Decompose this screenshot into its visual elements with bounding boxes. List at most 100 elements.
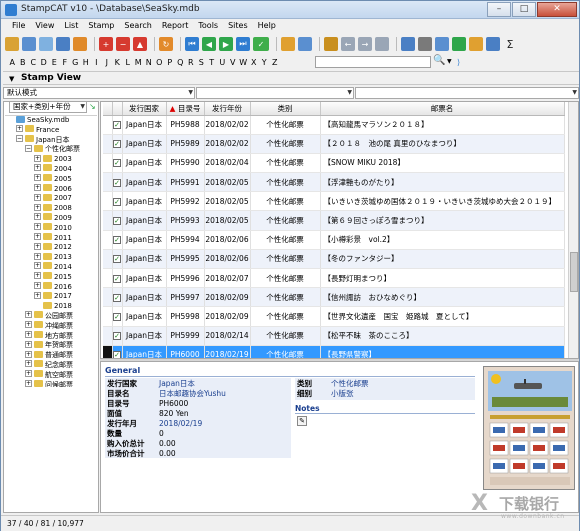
expand-icon[interactable]: + [34,184,41,192]
sites-icon[interactable] [469,37,483,51]
back-icon[interactable]: ← [341,37,355,51]
minimize-button[interactable]: – [487,2,511,17]
expand-icon[interactable]: + [34,233,41,241]
expand-icon[interactable]: + [25,380,32,387]
check-icon[interactable]: ✓ [253,37,269,51]
expand-icon[interactable]: + [34,242,41,250]
row-checkbox[interactable]: ✓ [113,312,121,321]
menu-file[interactable]: File [7,19,30,34]
row-checkbox[interactable]: ✓ [113,255,121,264]
letter-filter-w[interactable]: W [238,58,249,67]
search-input[interactable] [315,56,431,68]
letter-filter-p[interactable]: P [165,58,176,67]
expand-icon[interactable]: + [34,213,41,221]
report-icon[interactable] [401,37,415,51]
table-row[interactable]: ✓ Japan日本 PH5996 2018/02/07 个性化邮票 【長野灯明まつり】 [103,268,565,289]
search-icon[interactable]: 🔍 [433,55,445,66]
tree-node[interactable]: + 公园邮票 [5,311,97,322]
letter-filter-f[interactable]: F [60,58,71,67]
collapse-icon[interactable]: − [25,144,32,152]
tree-node[interactable]: + 问候邮票 [5,380,97,387]
menu-tools[interactable]: Tools [193,19,223,34]
row-checkbox[interactable]: ✓ [113,351,121,358]
menu-search[interactable]: Search [119,19,156,34]
table-row[interactable]: ✓ Japan日本 PH5994 2018/02/06 个性化邮票 【小樽彩景 vol.2… [103,230,565,250]
scrollbar-thumb[interactable] [570,252,578,292]
menu-view[interactable]: View [30,19,59,34]
preview-icon[interactable] [435,37,449,51]
letter-filter-t[interactable]: T [207,58,218,67]
letter-filter-o[interactable]: O [154,58,165,67]
row-checkbox[interactable]: ✓ [113,332,121,341]
stamp-image[interactable] [483,366,575,490]
expand-icon[interactable]: + [34,203,41,211]
letter-filter-a[interactable]: A [7,58,18,67]
table-row[interactable]: ✓ Japan日本 PH5997 2018/02/09 个性化邮票 【信州諏訪 おひなめぐ… [103,287,565,308]
tree-action-icon[interactable]: ↘ [89,102,96,111]
letter-filter-e[interactable]: E [49,58,60,67]
filter-select-2[interactable]: ▼ [355,87,579,99]
column-header[interactable]: 邮票名 [320,102,565,116]
menu-stamp[interactable]: Stamp [83,19,119,34]
table-row[interactable]: ✓ Japan日本 PH5989 2018/02/02 个性化邮票 【２０１８ 池の尾 真… [103,134,565,154]
tree-node[interactable]: 2018 [5,301,97,312]
menu-help[interactable]: Help [253,19,281,34]
print-icon[interactable] [418,37,432,51]
table-row[interactable]: ✓ Japan日本 PH5992 2018/02/05 个性化邮票 【いきいき茨城ゆめ国体… [103,191,565,212]
letter-filter-y[interactable]: Y [259,58,270,67]
letter-filter-k[interactable]: K [112,58,123,67]
tree-node[interactable]: +2016 [5,282,97,293]
row-checkbox[interactable]: ✓ [113,121,121,130]
row-checkbox[interactable]: ✓ [113,217,121,226]
open-icon[interactable] [5,37,19,51]
expand-icon[interactable]: + [34,154,41,162]
letter-filter-n[interactable]: N [144,58,155,67]
menu-report[interactable]: Report [157,19,194,34]
prev-icon[interactable]: ◀ [202,37,216,51]
tree-node[interactable]: + 年贺邮票 [5,340,97,351]
table-row[interactable]: ✓ Japan日本 PH5991 2018/02/05 个性化邮票 【浮津艶ものがたり】 [103,172,565,193]
letter-filter-r[interactable]: R [186,58,197,67]
expand-icon[interactable]: + [34,193,41,201]
add-icon[interactable]: + [99,37,113,51]
row-checkbox[interactable]: ✓ [113,293,121,302]
letter-filter-s[interactable]: S [196,58,207,67]
table-row[interactable]: ✓ Japan日本 PH5995 2018/02/06 个性化邮票 【冬のファンタジー】 [103,249,565,270]
column-header[interactable]: ▲ 目录号 [166,102,205,116]
up-icon[interactable]: ▲ [133,37,147,51]
row-checkbox[interactable]: ✓ [113,140,121,149]
letter-filter-z[interactable]: Z [270,58,281,67]
row-checkbox[interactable]: ✓ [113,236,121,245]
maximize-button[interactable]: □ [512,2,536,17]
letter-filter-j[interactable]: J [102,58,113,67]
calculator-icon[interactable] [486,37,500,51]
tree-node[interactable]: +2017 [5,291,97,302]
column-header[interactable]: 发行国家 [122,102,167,116]
search-dropdown-icon[interactable]: ▼ [447,58,452,65]
row-checkbox[interactable]: ✓ [113,197,121,206]
expand-icon[interactable]: + [25,311,32,319]
row-checkbox[interactable]: ✓ [113,159,121,168]
letter-filter-v[interactable]: V [228,58,239,67]
expand-icon[interactable]: + [34,164,41,172]
expand-icon[interactable]: + [34,272,41,280]
letter-filter-u[interactable]: U [217,58,228,67]
table-row[interactable]: ✓ Japan日本 PH5988 2018/02/02 个性化邮票 【高知龍馬マラソン２０… [103,115,565,135]
sum-icon[interactable]: Σ [503,37,517,51]
table-row[interactable]: ✓ Japan日本 PH6000 2018/02/19 个性化邮票 【長野県警察】 [103,345,565,358]
grid-scrollbar[interactable] [568,102,578,358]
tree-node[interactable]: + 普通邮票 [5,350,97,361]
expand-icon[interactable]: + [34,262,41,270]
letter-filter-l[interactable]: L [123,58,134,67]
table-row[interactable]: ✓ Japan日本 PH5993 2018/02/05 个性化邮票 【第６９回さっぽろ雪ま… [103,210,565,231]
expand-icon[interactable]: + [25,331,32,339]
letter-filter-b[interactable]: B [18,58,29,67]
tree-node[interactable]: − 个性化邮票 [5,144,97,155]
letter-filter-h[interactable]: H [81,58,92,67]
expand-icon[interactable]: + [34,174,41,182]
letter-filter-d[interactable]: D [39,58,50,67]
last-icon[interactable]: ⏭ [236,37,250,51]
row-checkbox[interactable]: ✓ [113,178,121,187]
expand-icon[interactable]: + [34,291,41,299]
letter-filter-m[interactable]: M [133,58,144,67]
